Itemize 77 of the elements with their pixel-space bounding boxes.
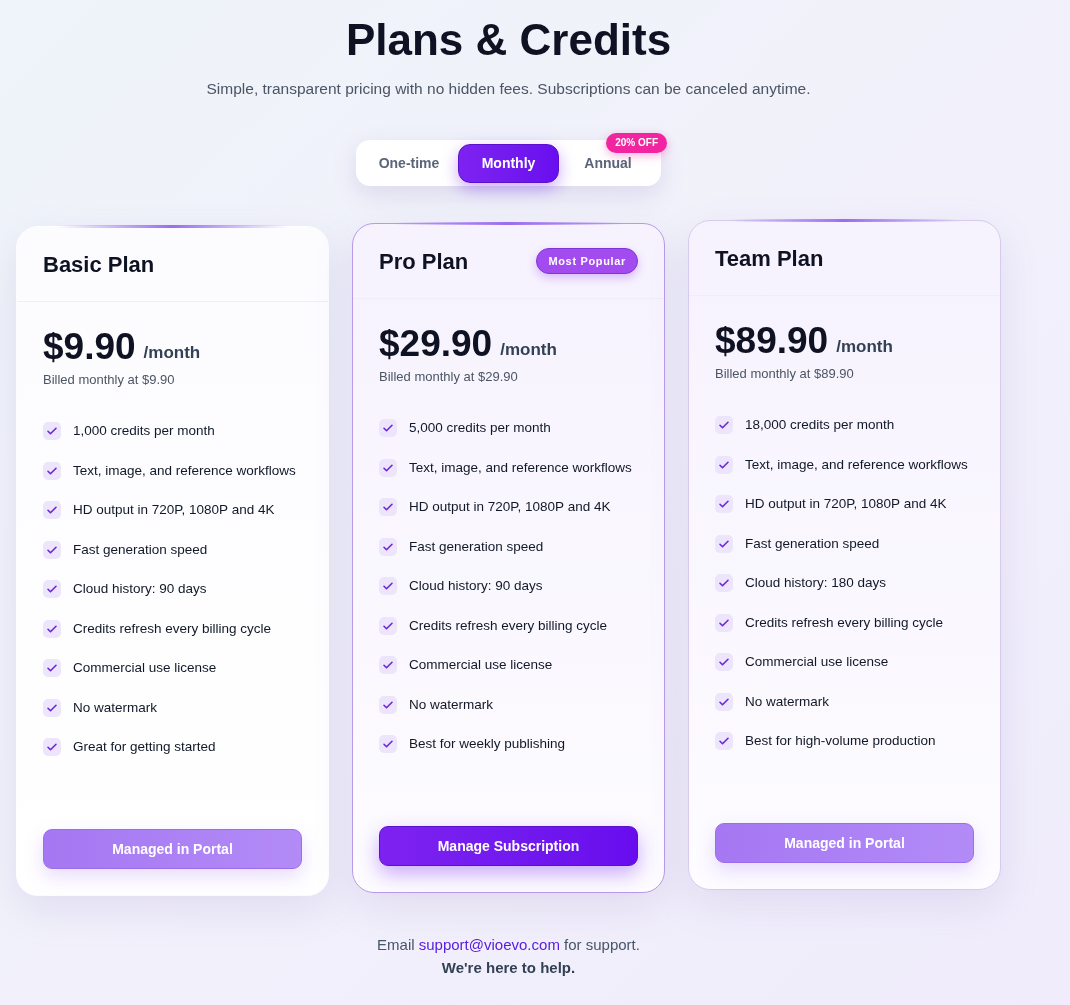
billing-tab[interactable]: One-time [378,154,440,172]
feature-text: Fast generation speed [409,537,544,556]
check-icon [715,455,733,474]
plan-name: Basic Plan [43,250,155,279]
check-icon [43,698,61,717]
feature-text: Cloud history: 180 days [745,574,887,592]
plan-button[interactable]: Manage Subscription [379,826,638,866]
check-icon [715,613,733,632]
check-icon [43,422,61,440]
check-icon [379,735,397,753]
feature-text: 5,000 credits per month [409,419,551,437]
feature-text: Text, image, and reference workflows [745,455,968,474]
discount-badge: 20% OFF [606,133,667,153]
check-icon [43,738,61,756]
feature-text: Fast generation speed [73,540,208,559]
feature-text: HD output in 720P, 1080P and 4K [409,498,611,516]
billing-note: Billed monthly at $29.90 [379,368,519,386]
feature-text: Credits refresh every billing cycle [409,616,608,635]
feature-text: Cloud history: 90 days [409,577,543,595]
feature-text: 18,000 credits per month [745,416,895,434]
billing-note: Billed monthly at $9.90 [43,371,176,389]
feature-text: No watermark [745,692,830,711]
price-period: /month [836,336,893,358]
check-icon [379,577,397,595]
feature-text: Text, image, and reference workflows [73,461,296,480]
feature-text: Best for weekly publishing [409,735,566,753]
check-icon [43,659,61,677]
check-icon [43,619,61,638]
plan-name: Team Plan [715,244,824,273]
check-icon [43,580,61,598]
billing-note: Billed monthly at $89.90 [715,365,855,383]
check-icon [379,616,397,635]
feature-text: Cloud history: 90 days [73,580,207,598]
feature-text: Fast generation speed [745,534,880,553]
feature-text: Text, image, and reference workflows [409,458,632,477]
feature-text: No watermark [73,698,158,717]
feature-text: 1,000 credits per month [73,422,215,440]
feature-text: Credits refresh every billing cycle [745,613,944,632]
check-icon [715,534,733,553]
plan-price: $89.90 [715,320,829,362]
check-icon [379,498,397,516]
feature-text: Best for high-volume production [745,732,936,750]
check-icon [379,419,397,437]
billing-tab[interactable]: Annual [584,154,632,172]
page-title: Plans & Credits [345,14,672,66]
check-icon [43,540,61,559]
check-icon [715,495,733,513]
check-icon [715,653,733,671]
support-text: Email support@vioevo.com for support. [377,935,640,955]
page-subtitle: Simple, transparent pricing with no hidden fees. Subscriptions can be canceled anytime. [206,79,811,99]
check-icon [379,695,397,714]
billing-tab[interactable]: Monthly [458,143,559,183]
feature-text: Commercial use license [745,653,889,671]
plan-price: $9.90 [43,326,136,368]
price-period: /month [143,342,201,364]
feature-text: HD output in 720P, 1080P and 4K [73,501,275,519]
check-icon [715,732,733,750]
check-icon [715,692,733,711]
feature-text: Commercial use license [409,656,553,674]
plan-name: Pro Plan [379,247,469,276]
check-icon [379,458,397,477]
help-note: We're here to help. [441,958,576,978]
check-icon [43,461,61,480]
check-icon [43,501,61,519]
feature-text: Credits refresh every billing cycle [73,619,272,638]
feature-text: Commercial use license [73,659,217,677]
check-icon [715,416,733,434]
feature-text: Great for getting started [73,738,216,756]
plan-price: $29.90 [379,323,493,365]
support-email-link[interactable]: support@vioevo.com [418,936,560,953]
popular-badge: Most Popular [536,247,638,275]
feature-text: No watermark [409,695,494,714]
check-icon [715,574,733,592]
check-icon [379,656,397,674]
feature-text: HD output in 720P, 1080P and 4K [745,495,947,513]
price-period: /month [500,339,557,361]
check-icon [379,537,397,556]
